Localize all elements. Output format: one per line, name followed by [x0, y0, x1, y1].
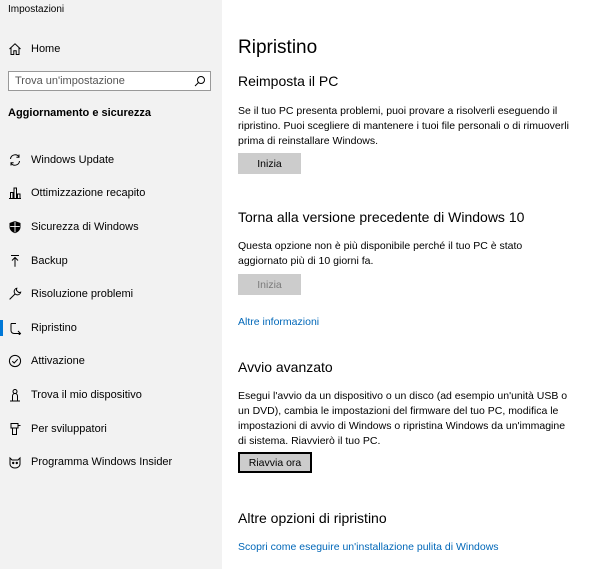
person-pin-icon [8, 388, 22, 402]
advanced-startup-description: Esegui l'avvio da un dispositivo o un di… [238, 390, 568, 447]
sidebar-item-label: Backup [31, 254, 68, 267]
sidebar-item-label: Per sviluppatori [31, 422, 107, 435]
sidebar-item-label: Ottimizzazione recapito [31, 187, 146, 200]
reset-pc-heading: Reimposta il PC [238, 73, 339, 89]
clean-install-link[interactable]: Scopri come eseguire un'installazione pu… [238, 541, 499, 553]
sidebar-item-developers[interactable]: Per sviluppatori [0, 412, 222, 446]
sidebar-item-label: Programma Windows Insider [31, 456, 173, 469]
sidebar: Impostazioni Home Aggiornamento e sicure… [0, 0, 222, 569]
backup-arrow-icon [8, 254, 22, 268]
sidebar-item-activation[interactable]: Attivazione [0, 345, 222, 379]
window-title: Impostazioni [8, 4, 65, 15]
delivery-optimization-icon [8, 186, 22, 200]
shield-icon [8, 220, 22, 234]
sidebar-item-windows-insider[interactable]: Programma Windows Insider [0, 445, 222, 479]
sidebar-item-label: Ripristino [31, 321, 77, 334]
sidebar-item-backup[interactable]: Backup [0, 244, 222, 278]
sidebar-home-label: Home [31, 43, 61, 55]
developer-icon [8, 422, 22, 436]
search-box[interactable] [8, 71, 211, 91]
home-icon [8, 42, 22, 56]
sidebar-item-label: Attivazione [31, 355, 85, 368]
sync-icon [8, 153, 22, 167]
sidebar-section-title: Aggiornamento e sicurezza [8, 107, 152, 119]
sidebar-item-troubleshoot[interactable]: Risoluzione problemi [0, 277, 222, 311]
search-input[interactable] [9, 73, 194, 89]
search-icon[interactable] [194, 75, 206, 87]
sidebar-item-windows-update[interactable]: Windows Update [0, 143, 222, 177]
restart-now-button[interactable]: Riavvia ora [238, 452, 312, 473]
wrench-icon [8, 287, 22, 301]
sidebar-home[interactable]: Home [8, 40, 60, 58]
rollback-description: Questa opzione non è più disponibile per… [238, 240, 523, 267]
sidebar-item-windows-security[interactable]: Sicurezza di Windows [0, 210, 222, 244]
more-info-link[interactable]: Altre informazioni [238, 316, 319, 328]
rollback-heading: Torna alla versione precedente di Window… [238, 209, 525, 225]
sidebar-item-label: Trova il mio dispositivo [31, 388, 142, 401]
advanced-startup-heading: Avvio avanzato [238, 359, 333, 375]
recovery-icon [8, 321, 22, 335]
sidebar-item-label: Windows Update [31, 153, 115, 166]
page-title: Ripristino [238, 37, 318, 58]
sidebar-item-delivery-optimization[interactable]: Ottimizzazione recapito [0, 177, 222, 211]
sidebar-item-find-my-device[interactable]: Trova il mio dispositivo [0, 378, 222, 412]
reset-start-button[interactable]: Inizia [238, 153, 301, 174]
sidebar-item-label: Risoluzione problemi [31, 288, 134, 301]
sidebar-item-label: Sicurezza di Windows [31, 220, 139, 233]
insider-cat-icon [8, 455, 22, 469]
reset-pc-description: Se il tuo PC presenta problemi, puoi pro… [238, 105, 569, 147]
other-options-heading: Altre opzioni di ripristino [238, 510, 387, 526]
sidebar-item-recovery[interactable]: Ripristino [0, 311, 222, 345]
sidebar-nav: Windows Update Ottimizzazione recapito S… [0, 143, 222, 479]
rollback-start-button[interactable]: Inizia [238, 274, 301, 295]
check-circle-icon [8, 354, 22, 368]
